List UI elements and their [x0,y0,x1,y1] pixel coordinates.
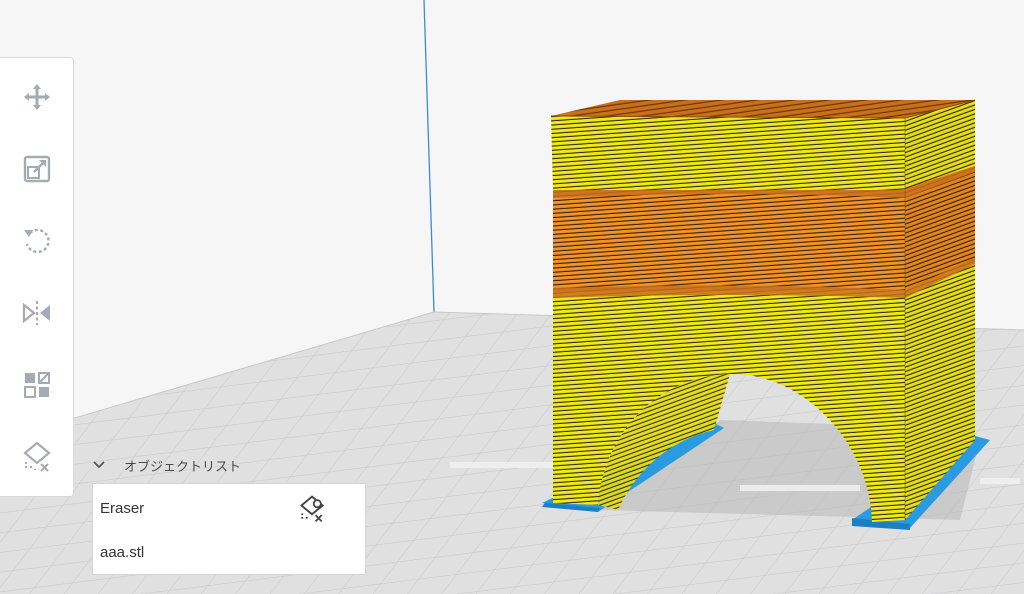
model-orange-band [553,190,905,292]
model-top [551,100,975,118]
model-front-upper [551,116,905,190]
object-list-title: オブジェクトリスト [124,458,242,474]
object-list-header[interactable]: オブジェクトリスト [92,452,362,478]
tool-panel [0,57,74,497]
support-blocker-tool-button[interactable] [12,432,62,482]
object-label: aaa.stl [100,543,145,561]
mirror-icon [22,301,50,325]
per-model-settings-icon [24,372,50,398]
slicer-window: オブジェクトリスト Eraser aaa.stl [0,0,1024,594]
move-icon [24,84,50,110]
move-tool-button[interactable] [12,72,62,122]
rotate-tool-button[interactable] [12,216,62,266]
support-blocker-icon [299,495,325,522]
chevron-down-icon [92,458,106,472]
object-label: Eraser [100,499,145,517]
object-list-item-model[interactable]: aaa.stl [93,530,365,574]
per-model-settings-tool-button[interactable] [12,360,62,410]
rotate-icon [24,228,50,254]
mirror-tool-button[interactable] [12,288,62,338]
support-blocker-icon [23,441,51,472]
object-list: Eraser aaa.stl [92,483,366,575]
scale-icon [23,155,51,183]
scale-tool-button[interactable] [12,144,62,194]
object-list-item-eraser[interactable]: Eraser [93,486,365,530]
